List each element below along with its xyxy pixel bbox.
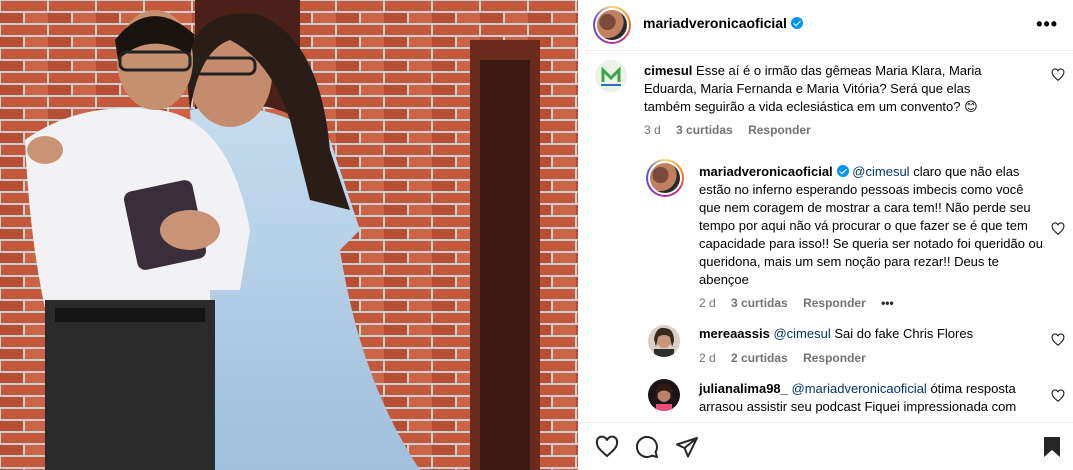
comment-time[interactable]: 2 d: [699, 351, 716, 365]
share-icon[interactable]: [675, 435, 699, 459]
comment-meta: 2 d 2 curtidas Responder: [699, 351, 878, 365]
reply-button[interactable]: Responder: [803, 296, 866, 310]
comment-username[interactable]: cimesul: [644, 63, 692, 78]
commenter-avatar[interactable]: [648, 325, 680, 357]
post-header: mariadveronicaoficial •••: [578, 0, 1073, 51]
verified-badge-icon: [836, 165, 849, 177]
comment-like-heart-icon[interactable]: [1051, 222, 1065, 236]
author-username[interactable]: mariadveronicaoficial: [643, 15, 787, 31]
comment-like-heart-icon[interactable]: [1051, 333, 1065, 347]
comment-time[interactable]: 3 d: [644, 123, 661, 137]
comment-likes[interactable]: 3 curtidas: [731, 296, 788, 310]
comment-likes[interactable]: 3 curtidas: [676, 123, 733, 137]
comment-item: mereaassis @cimesul Sai do fake Chris Fl…: [578, 320, 1073, 370]
comment-username[interactable]: mariadveronicaoficial: [699, 164, 833, 179]
comment-mention[interactable]: @cimesul: [852, 164, 909, 179]
author-username-row[interactable]: mariadveronicaoficial: [643, 15, 803, 31]
comment-options-button[interactable]: •••: [881, 296, 894, 310]
comment-body: mariadveronicaoficial @cimesul claro que…: [699, 163, 1044, 289]
comment-mention[interactable]: @cimesul: [773, 326, 830, 341]
comment-like-heart-icon[interactable]: [1051, 68, 1065, 82]
post-detail-panel: mariadveronicaoficial ••• cimesul Esse a…: [578, 0, 1073, 470]
comment-body: cimesul Esse aí é o irmão das gêmeas Mar…: [644, 62, 1014, 116]
bookmark-icon[interactable]: [1040, 435, 1064, 459]
comment-text: Esse aí é o irmão das gêmeas Maria Klara…: [644, 63, 982, 114]
comment-username[interactable]: mereaassis: [699, 326, 770, 341]
comment-mention[interactable]: @mariadveronicaoficial: [792, 381, 927, 396]
commenter-avatar[interactable]: [648, 379, 680, 411]
comment-text: Sai do fake Chris Flores: [834, 326, 974, 341]
comment-icon[interactable]: [635, 435, 659, 459]
post-action-bar: [578, 422, 1073, 470]
heart-icon[interactable]: [595, 435, 619, 459]
reply-button[interactable]: Responder: [803, 351, 866, 365]
comment-time[interactable]: 2 d: [699, 296, 716, 310]
comment-body: mereaassis @cimesul Sai do fake Chris Fl…: [699, 325, 1044, 343]
comment-username[interactable]: julianalima98_: [699, 381, 788, 396]
reply-button[interactable]: Responder: [748, 123, 811, 137]
comments-list: cimesul Esse aí é o irmão das gêmeas Mar…: [578, 52, 1073, 422]
comment-item: mariadveronicaoficial @cimesul claro que…: [578, 154, 1073, 314]
comment-meta: 2 d 3 curtidas Responder •••: [699, 296, 906, 310]
comment-meta: 3 d 3 curtidas Responder: [644, 123, 823, 137]
comment-body: julianalima98_ @mariadveronicaoficial ót…: [699, 380, 1044, 416]
post-image: [0, 0, 578, 470]
comment-item: julianalima98_ @mariadveronicaoficial ót…: [578, 375, 1073, 422]
comment-likes[interactable]: 2 curtidas: [731, 351, 788, 365]
author-avatar[interactable]: [593, 6, 631, 44]
comment-text: claro que não elas estão no inferno espe…: [699, 164, 1044, 287]
comment-item: cimesul Esse aí é o irmão das gêmeas Mar…: [578, 52, 1073, 142]
post-photo: [0, 0, 578, 470]
comment-like-heart-icon[interactable]: [1051, 389, 1065, 403]
commenter-avatar[interactable]: [646, 159, 684, 197]
commenter-avatar[interactable]: [595, 60, 627, 92]
more-horizontal-icon[interactable]: •••: [1036, 14, 1058, 35]
verified-badge-icon: [790, 17, 803, 29]
